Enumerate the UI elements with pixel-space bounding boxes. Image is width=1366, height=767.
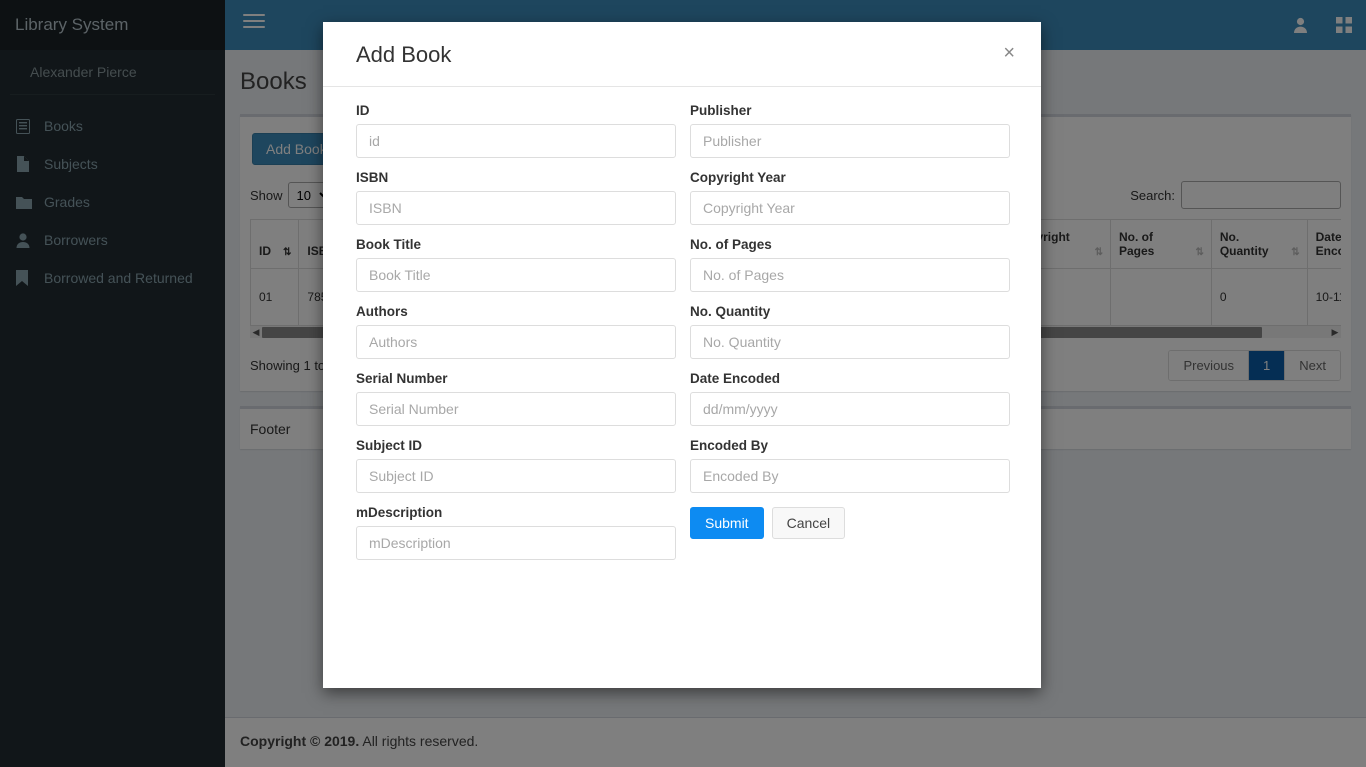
id-input[interactable] [356, 124, 676, 158]
field-label-publisher: Publisher [690, 103, 752, 118]
field-copyright-year: Copyright Year [690, 170, 1010, 225]
field-mdescription: mDescription [356, 505, 676, 560]
isbn-input[interactable] [356, 191, 676, 225]
field-label-encoded-by: Encoded By [690, 438, 769, 453]
field-label-serial-number: Serial Number [356, 371, 448, 386]
field-isbn: ISBN [356, 170, 676, 225]
modal-title: Add Book [356, 42, 452, 67]
field-label-no-of-pages: No. of Pages [690, 237, 772, 252]
add-book-modal: Add Book × ID Publisher ISBN Copyright Y… [323, 22, 1041, 688]
field-label-isbn: ISBN [356, 170, 389, 185]
modal-body: ID Publisher ISBN Copyright Year Book Ti… [323, 87, 1041, 592]
date-encoded-input[interactable] [690, 392, 1010, 426]
field-encoded-by: Encoded By [690, 438, 1010, 493]
field-label-subject-id: Subject ID [356, 438, 423, 453]
modal-header: Add Book × [323, 22, 1041, 87]
field-label-no-quantity: No. Quantity [690, 304, 771, 319]
serial-number-input[interactable] [356, 392, 676, 426]
close-icon[interactable]: × [997, 42, 1021, 64]
field-label-date-encoded: Date Encoded [690, 371, 781, 386]
field-no-of-pages: No. of Pages [690, 237, 1010, 292]
encoded-by-input[interactable] [690, 459, 1010, 493]
field-label-id: ID [356, 103, 370, 118]
field-no-quantity: No. Quantity [690, 304, 1010, 359]
no-of-pages-input[interactable] [690, 258, 1010, 292]
field-publisher: Publisher [690, 103, 1010, 158]
field-label-mdescription: mDescription [356, 505, 443, 520]
mdescription-input[interactable] [356, 526, 676, 560]
field-date-encoded: Date Encoded [690, 371, 1010, 426]
field-id: ID [356, 103, 676, 158]
field-label-book-title: Book Title [356, 237, 422, 252]
cancel-button[interactable]: Cancel [771, 507, 846, 539]
field-serial-number: Serial Number [356, 371, 676, 426]
book-title-input[interactable] [356, 258, 676, 292]
field-label-authors: Authors [356, 304, 408, 319]
field-label-copyright-year: Copyright Year [690, 170, 786, 185]
field-book-title: Book Title [356, 237, 676, 292]
add-book-form: ID Publisher ISBN Copyright Year Book Ti… [356, 103, 1010, 572]
submit-button[interactable]: Submit [690, 507, 764, 539]
modal-actions: Submit Cancel [690, 505, 1010, 560]
subject-id-input[interactable] [356, 459, 676, 493]
no-quantity-input[interactable] [690, 325, 1010, 359]
publisher-input[interactable] [690, 124, 1010, 158]
authors-input[interactable] [356, 325, 676, 359]
field-subject-id: Subject ID [356, 438, 676, 493]
field-authors: Authors [356, 304, 676, 359]
copyright-year-input[interactable] [690, 191, 1010, 225]
